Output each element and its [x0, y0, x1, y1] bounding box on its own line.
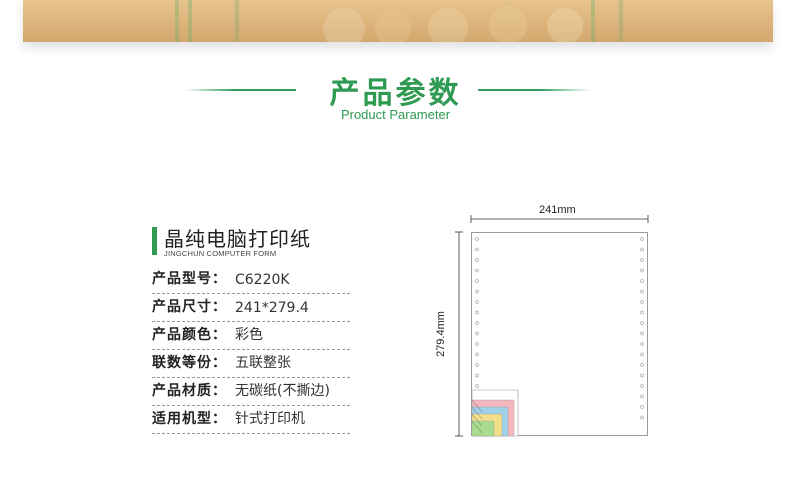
spec-value: 241*279.4: [235, 300, 309, 316]
section-title-row: 产品参数: [0, 68, 791, 111]
header-banner-image: [23, 0, 773, 42]
spec-row: 产品型号： C6220K: [152, 266, 350, 294]
product-accent-bar: [152, 227, 157, 255]
width-label: 241mm: [539, 204, 576, 216]
spec-key: 产品型号：: [152, 271, 227, 287]
spec-key: 适用机型：: [152, 411, 227, 427]
spec-key: 产品颜色：: [152, 327, 227, 343]
spec-value: 无碳纸(不撕边): [235, 383, 330, 399]
paper-diagram-svg: [455, 215, 649, 437]
spec-row: 产品颜色： 彩色: [152, 322, 350, 350]
spec-key: 产品尺寸：: [152, 299, 227, 315]
ply-green: [471, 420, 495, 437]
spec-row: 联数等份： 五联整张: [152, 350, 350, 378]
spec-row: 产品材质： 无碳纸(不撕边): [152, 378, 350, 406]
spec-row: 适用机型： 针式打印机: [152, 406, 350, 434]
product-name: 晶纯电脑打印纸: [164, 227, 311, 251]
spec-value: 彩色: [235, 327, 263, 343]
spec-key: 联数等份：: [152, 355, 227, 371]
spec-key: 产品材质：: [152, 383, 227, 399]
spec-value: 五联整张: [235, 355, 291, 371]
title-divider-right: [478, 89, 590, 91]
product-name-en: JINGCHUN COMPUTER FORM: [164, 249, 277, 258]
spec-value: C6220K: [235, 272, 290, 288]
section-title: 产品参数: [329, 76, 462, 111]
paper-size-diagram: 241mm 279.4mm: [434, 200, 676, 450]
height-label: 279.4mm: [434, 311, 447, 357]
spec-row: 产品尺寸： 241*279.4: [152, 294, 350, 322]
ply-stack: [471, 389, 519, 437]
spec-value: 针式打印机: [235, 411, 305, 427]
section-subtitle: Product Parameter: [340, 107, 451, 122]
